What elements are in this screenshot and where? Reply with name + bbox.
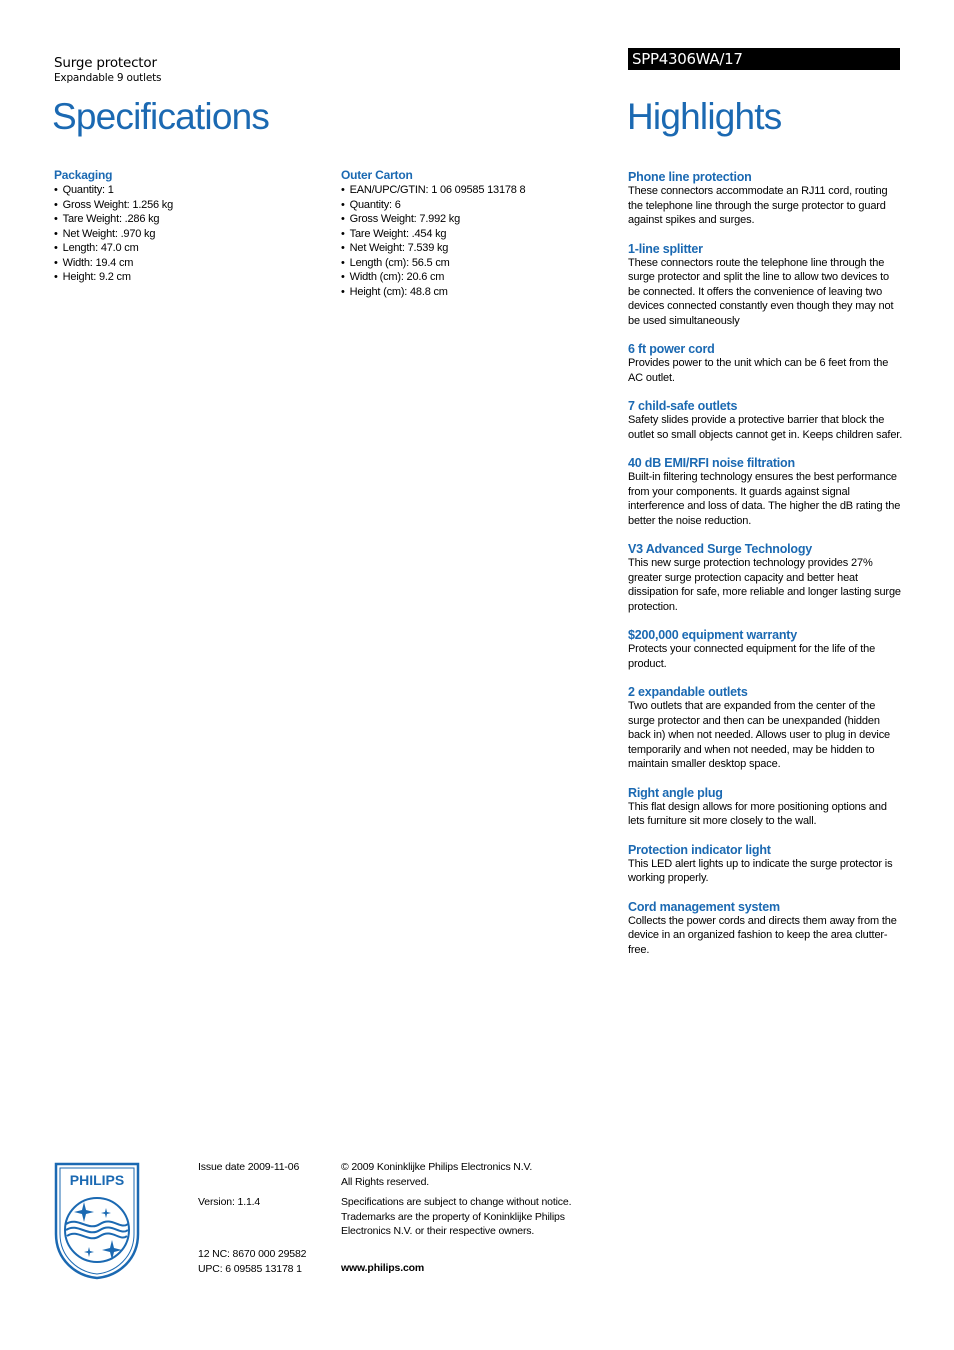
spec-item: Gross Weight: 1.256 kg	[54, 198, 324, 213]
disclaimer-line: Trademarks are the property of Koninklij…	[341, 1210, 565, 1223]
spec-item: Height (cm): 48.8 cm	[341, 285, 611, 300]
copyright-line: © 2009 Koninklijke Philips Electronics N…	[341, 1161, 533, 1173]
version: Version: 1.1.4	[198, 1196, 261, 1208]
disclaimer-line: Electronics N.V. or their respective own…	[341, 1225, 535, 1237]
highlight-title: Phone line protection	[628, 170, 752, 184]
highlight-item: V3 Advanced Surge Technology This new su…	[628, 542, 903, 614]
highlight-text: Protects your connected equipment for th…	[628, 643, 876, 670]
disclaimer: Specifications are subject to change wit…	[341, 1195, 601, 1239]
spec-item: Length (cm): 56.5 cm	[341, 256, 611, 271]
highlight-item: Cord management system Collects the powe…	[628, 900, 903, 958]
highlight-title: 40 dB EMI/RFI noise filtration	[628, 456, 795, 470]
spec-item: EAN/UPC/GTIN: 1 06 09585 13178 8	[341, 183, 611, 198]
spec-item: Net Weight: 7.539 kg	[341, 241, 611, 256]
highlight-title: V3 Advanced Surge Technology	[628, 542, 813, 556]
highlight-text: This LED alert lights up to indicate the…	[628, 857, 893, 885]
spec-item: Width (cm): 20.6 cm	[341, 270, 611, 285]
highlight-title: 1-line splitter	[628, 241, 703, 256]
spec-item: Length: 47.0 cm	[54, 241, 324, 256]
highlight-title: $200,000 equipment warranty	[628, 628, 797, 642]
spec-item: Width: 19.4 cm	[54, 256, 324, 271]
highlight-title: Right angle plug	[628, 785, 723, 800]
spec-item: Tare Weight: .454 kg	[341, 227, 611, 242]
highlight-item: 2 expandable outlets Two outlets that ar…	[628, 685, 903, 772]
spec-item: Height: 9.2 cm	[54, 270, 324, 285]
outer-carton-section: Outer Carton EAN/UPC/GTIN: 1 06 09585 13…	[341, 168, 611, 299]
spec-item: Net Weight: .970 kg	[54, 227, 324, 242]
copyright-line: All Rights reserved.	[341, 1175, 430, 1188]
issue-date: Issue date 2009-11-06	[198, 1161, 300, 1173]
highlight-text: Safety slides provide a protective barri…	[628, 414, 903, 441]
product-subtitle: Expandable 9 outlets	[54, 72, 162, 84]
highlight-text: This flat design allows for more positio…	[628, 800, 887, 828]
highlight-text: Collects the power cords and directs the…	[628, 914, 897, 956]
highlight-item: Phone line protection These connectors a…	[628, 170, 903, 228]
specifications-title: Specifications	[52, 96, 270, 137]
highlight-item: 40 dB EMI/RFI noise filtration Built-in …	[628, 456, 903, 528]
highlight-text: These connectors route the telephone lin…	[628, 256, 894, 327]
highlight-text: These connectors accommodate an RJ11 cor…	[628, 185, 888, 226]
highlight-title: Protection indicator light	[628, 842, 771, 857]
highlight-title: 7 child-safe outlets	[628, 399, 738, 413]
highlight-item: 6 ft power cord Provides power to the un…	[628, 342, 903, 385]
philips-shield-logo-icon: PHILIPS	[54, 1162, 140, 1280]
outer-carton-list: EAN/UPC/GTIN: 1 06 09585 13178 8 Quantit…	[341, 183, 611, 299]
spec-item: Quantity: 1	[54, 183, 324, 198]
product-type: Surge protector	[54, 55, 157, 71]
highlight-item: $200,000 equipment warranty Protects you…	[628, 628, 903, 671]
spec-item: Quantity: 6	[341, 198, 611, 213]
highlight-text: Built-in filtering technology ensures th…	[628, 471, 901, 527]
highlight-text: Provides power to the unit which can be …	[628, 357, 889, 384]
highlights-title: Highlights	[627, 96, 782, 137]
packaging-heading: Packaging	[54, 168, 113, 182]
spec-item: Gross Weight: 7.992 kg	[341, 212, 611, 227]
highlight-item: 1-line splitter These connectors route t…	[628, 242, 903, 329]
website-link[interactable]: www.philips.com	[341, 1261, 424, 1276]
highlights-list: Phone line protection These connectors a…	[628, 170, 903, 971]
highlight-item: Protection indicator light This LED aler…	[628, 843, 903, 886]
spec-item: Tare Weight: .286 kg	[54, 212, 324, 227]
highlight-title: 6 ft power cord	[628, 342, 715, 356]
highlight-title: Cord management system	[628, 899, 780, 914]
highlight-title: 2 expandable outlets	[628, 685, 748, 699]
highlight-text: Two outlets that are expanded from the c…	[628, 700, 891, 770]
copyright: © 2009 Koninklijke Philips Electronics N…	[341, 1160, 601, 1189]
highlight-item: 7 child-safe outlets Safety slides provi…	[628, 399, 903, 442]
packaging-section: Packaging Quantity: 1 Gross Weight: 1.25…	[54, 168, 324, 285]
packaging-list: Quantity: 1 Gross Weight: 1.256 kg Tare …	[54, 183, 324, 285]
nc-code: 12 NC: 8670 000 29582	[198, 1248, 307, 1260]
upc-code: UPC: 6 09585 13178 1	[198, 1262, 302, 1275]
highlight-text: This new surge protection technology pro…	[628, 557, 901, 613]
outer-carton-heading: Outer Carton	[341, 168, 413, 182]
logo-wordmark: PHILIPS	[70, 1172, 124, 1188]
product-codes: 12 NC: 8670 000 29582 UPC: 6 09585 13178…	[198, 1247, 307, 1276]
disclaimer-line: Specifications are subject to change wit…	[341, 1196, 572, 1208]
model-number-bar: SPP4306WA/17	[628, 48, 900, 70]
highlight-item: Right angle plug This flat design allows…	[628, 786, 903, 829]
